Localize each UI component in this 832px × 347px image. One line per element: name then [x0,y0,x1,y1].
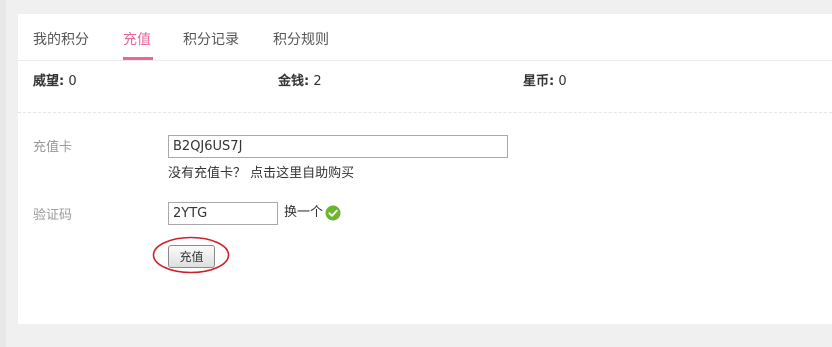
captcha-refresh-link[interactable]: 换一个 [284,204,323,222]
stat-prestige-label: 威望: [33,74,65,89]
buy-card-link[interactable]: 没有充值卡？ 点击这里自助购买 [168,165,354,183]
left-strip [0,0,6,347]
stat-money-value: 2 [313,74,322,89]
stat-stars-value: 0 [558,74,567,89]
stat-prestige: 威望: 0 [33,73,77,91]
tab-my-points[interactable]: 我的积分 [33,30,89,50]
card-number-input[interactable] [168,135,508,158]
content-panel: 我的积分 充值 积分记录 积分规则 威望: 0 金钱: 2 星币: 0 充值卡 … [18,14,832,324]
tab-points-history[interactable]: 积分记录 [183,30,239,50]
tab-points-rules[interactable]: 积分规则 [273,30,329,50]
stat-prestige-value: 0 [68,74,77,89]
points-summary: 威望: 0 金钱: 2 星币: 0 [18,60,832,113]
check-circle-icon [325,205,341,221]
tab-recharge[interactable]: 充值 [123,30,151,50]
captcha-input[interactable] [168,202,278,225]
annotation-circle [152,236,230,274]
stat-stars: 星币: 0 [523,73,567,91]
tab-bar: 我的积分 充值 积分记录 积分规则 [18,14,832,61]
stat-money: 金钱: 2 [278,73,322,91]
captcha-label: 验证码 [33,208,73,223]
card-label: 充值卡 [33,140,73,155]
stat-money-label: 金钱: [278,74,310,89]
stat-stars-label: 星币: [523,74,555,89]
